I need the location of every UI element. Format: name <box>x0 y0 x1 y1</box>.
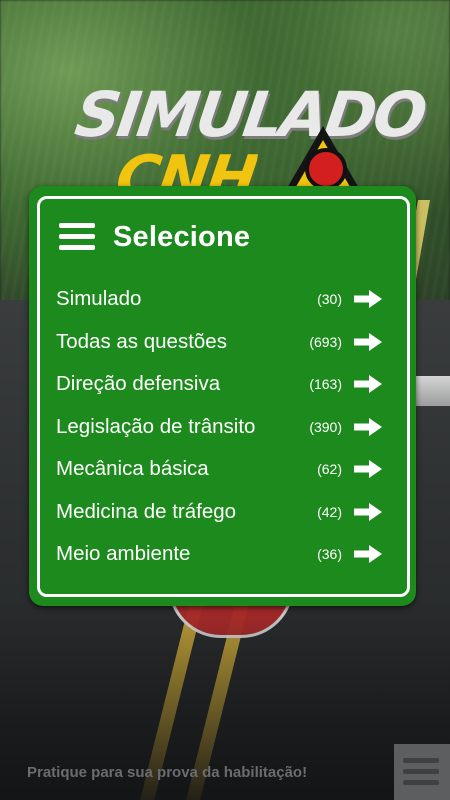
category-label: Simulado <box>56 287 142 311</box>
question-count: (30) <box>317 291 342 308</box>
category-label: Legislação de trânsito <box>56 414 256 438</box>
category-label: Todas as questões <box>56 329 227 353</box>
question-count: (390) <box>309 418 342 435</box>
select-menu-frame: Selecione Simulado (30) Todas as questões (… <box>37 196 410 597</box>
arrow-right-icon <box>354 332 382 351</box>
category-item[interactable]: Mecânica básica (62) <box>56 448 396 491</box>
question-count: (62) <box>317 461 342 478</box>
footer-tagline: Pratique para sua prova da habilitação! <box>27 764 308 781</box>
question-count: (42) <box>317 503 342 520</box>
arrow-right-icon <box>354 290 382 309</box>
category-list: Simulado (30) Todas as questões (693) Direçã… <box>56 278 396 576</box>
category-item[interactable]: Medicina de tráfego (42) <box>56 491 396 534</box>
category-label: Direção defensiva <box>56 372 221 396</box>
category-item[interactable]: Legislação de trânsito (390) <box>56 406 396 449</box>
category-label: Medicina de tráfego <box>56 499 237 523</box>
select-menu-panel: Selecione Simulado (30) Todas as questões (… <box>29 186 416 606</box>
menu-title: Selecione <box>113 220 251 253</box>
category-item[interactable]: Todas as questões (693) <box>56 321 396 364</box>
category-item[interactable]: Meio ambiente (36) <box>56 533 396 576</box>
question-count: (693) <box>309 333 342 350</box>
guardrail <box>414 376 450 406</box>
category-label: Meio ambiente <box>56 542 191 566</box>
arrow-right-icon <box>354 460 382 479</box>
menu-header: Selecione <box>59 217 250 257</box>
category-item[interactable]: Direção defensiva (163) <box>56 363 396 406</box>
arrow-right-icon <box>354 375 382 394</box>
question-count: (163) <box>309 376 342 393</box>
hamburger-menu-icon <box>59 222 95 252</box>
logo-subtitle: CNH <box>115 148 260 188</box>
category-label: Mecânica básica <box>56 457 209 481</box>
arrow-right-icon <box>354 545 382 564</box>
hamburger-menu-icon <box>403 758 439 763</box>
footer-menu-button[interactable] <box>394 744 450 800</box>
app-screen: SIMULADO CNH Selecione Simulado (30) Todas… <box>0 0 450 800</box>
arrow-right-icon <box>354 502 382 521</box>
question-count: (36) <box>317 546 342 563</box>
category-item[interactable]: Simulado (30) <box>56 278 396 321</box>
arrow-right-icon <box>354 417 382 436</box>
